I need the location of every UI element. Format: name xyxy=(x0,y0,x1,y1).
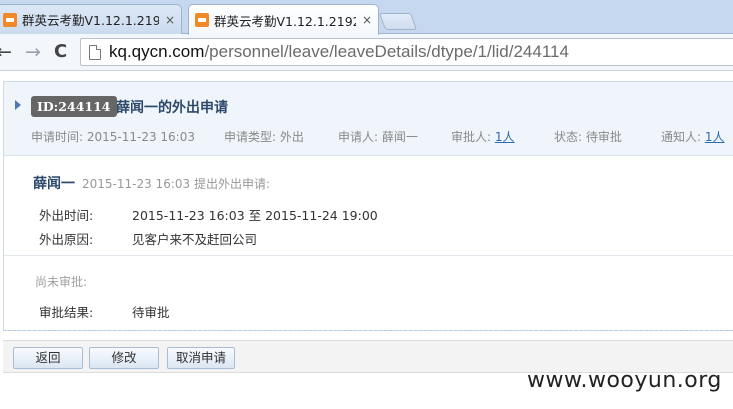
back-arrow-icon[interactable]: ← xyxy=(0,41,12,63)
url-host: kq.qycn.com xyxy=(109,42,205,61)
browser-toolbar: ← → C kq.qycn.com/personnel/leave/leaveD… xyxy=(0,34,733,71)
divider xyxy=(4,255,733,256)
expand-arrow-icon[interactable] xyxy=(15,100,21,110)
meta-status: 状态: 待审批 xyxy=(554,130,622,144)
close-icon[interactable]: × xyxy=(362,13,372,27)
browser-tab-1[interactable]: 群英云考勤V1.12.1.2192: × xyxy=(0,4,182,34)
edit-button[interactable]: 修改 xyxy=(89,347,159,369)
pending-approval-text: 尚未审批: xyxy=(35,275,88,289)
watermark: www.wooyun.org xyxy=(527,368,722,393)
address-bar[interactable]: kq.qycn.com/personnel/leave/leaveDetails… xyxy=(80,38,733,66)
close-icon[interactable]: × xyxy=(165,13,175,27)
site-favicon-icon xyxy=(3,12,17,27)
browser-tabstrip: 群英云考勤V1.12.1.2192: × 群英云考勤V1.12.1.2192: … xyxy=(0,0,733,35)
outing-time-label: 外出时间: xyxy=(39,208,94,223)
leave-detail-card: ID:244114 薛闻一的外出申请 申请时间: 2015-11-23 16:0… xyxy=(3,81,733,331)
dashed-divider xyxy=(3,330,733,331)
notify-link[interactable]: 1人 xyxy=(705,130,725,144)
site-favicon-icon xyxy=(195,13,209,27)
reload-icon[interactable]: C xyxy=(54,41,67,63)
url-path: /personnel/leave/leaveDetails/dtype/1/li… xyxy=(204,42,569,61)
back-button[interactable]: 返回 xyxy=(13,347,83,369)
cancel-application-button[interactable]: 取消申请 xyxy=(167,347,235,369)
result-label: 审批结果: xyxy=(39,305,94,320)
page-content: ID:244114 薛闻一的外出申请 申请时间: 2015-11-23 16:0… xyxy=(0,71,733,409)
outing-reason-value: 见客户来不及赶回公司 xyxy=(132,232,258,247)
tab-title: 群英云考勤V1.12.1.2192: xyxy=(214,13,356,29)
meta-approver-label: 审批人: xyxy=(451,130,492,144)
result-value: 待审批 xyxy=(132,305,170,320)
apply-time-text: 2015-11-23 16:03 提出外出申请: xyxy=(82,177,270,191)
id-badge: ID:244114 xyxy=(31,96,117,117)
forward-arrow-icon[interactable]: → xyxy=(25,41,41,63)
tab-title: 群英云考勤V1.12.1.2192: xyxy=(22,13,159,28)
new-tab-button[interactable] xyxy=(378,13,418,30)
meta-apply-type: 申请类型: 外出 xyxy=(224,130,304,144)
meta-notify-label: 通知人: xyxy=(661,130,702,144)
record-title: 薛闻一的外出申请 xyxy=(116,100,228,116)
approver-link[interactable]: 1人 xyxy=(495,130,515,144)
meta-apply-time: 申请时间: 2015-11-23 16:03 xyxy=(31,130,195,144)
applicant-name: 薛闻一 xyxy=(33,176,75,192)
outing-reason-label: 外出原因: xyxy=(39,232,94,247)
outing-time-value: 2015-11-23 16:03 至 2015-11-24 19:00 xyxy=(132,208,378,223)
browser-tab-2[interactable]: 群英云考勤V1.12.1.2192: × xyxy=(188,4,379,35)
meta-notify: 通知人: 1人 xyxy=(661,128,725,145)
meta-applicant: 申请人: 薛闻一 xyxy=(338,130,418,144)
meta-approver: 审批人: 1人 xyxy=(451,128,515,145)
page-icon xyxy=(89,44,101,60)
record-header: ID:244114 薛闻一的外出申请 申请时间: 2015-11-23 16:0… xyxy=(4,82,733,156)
